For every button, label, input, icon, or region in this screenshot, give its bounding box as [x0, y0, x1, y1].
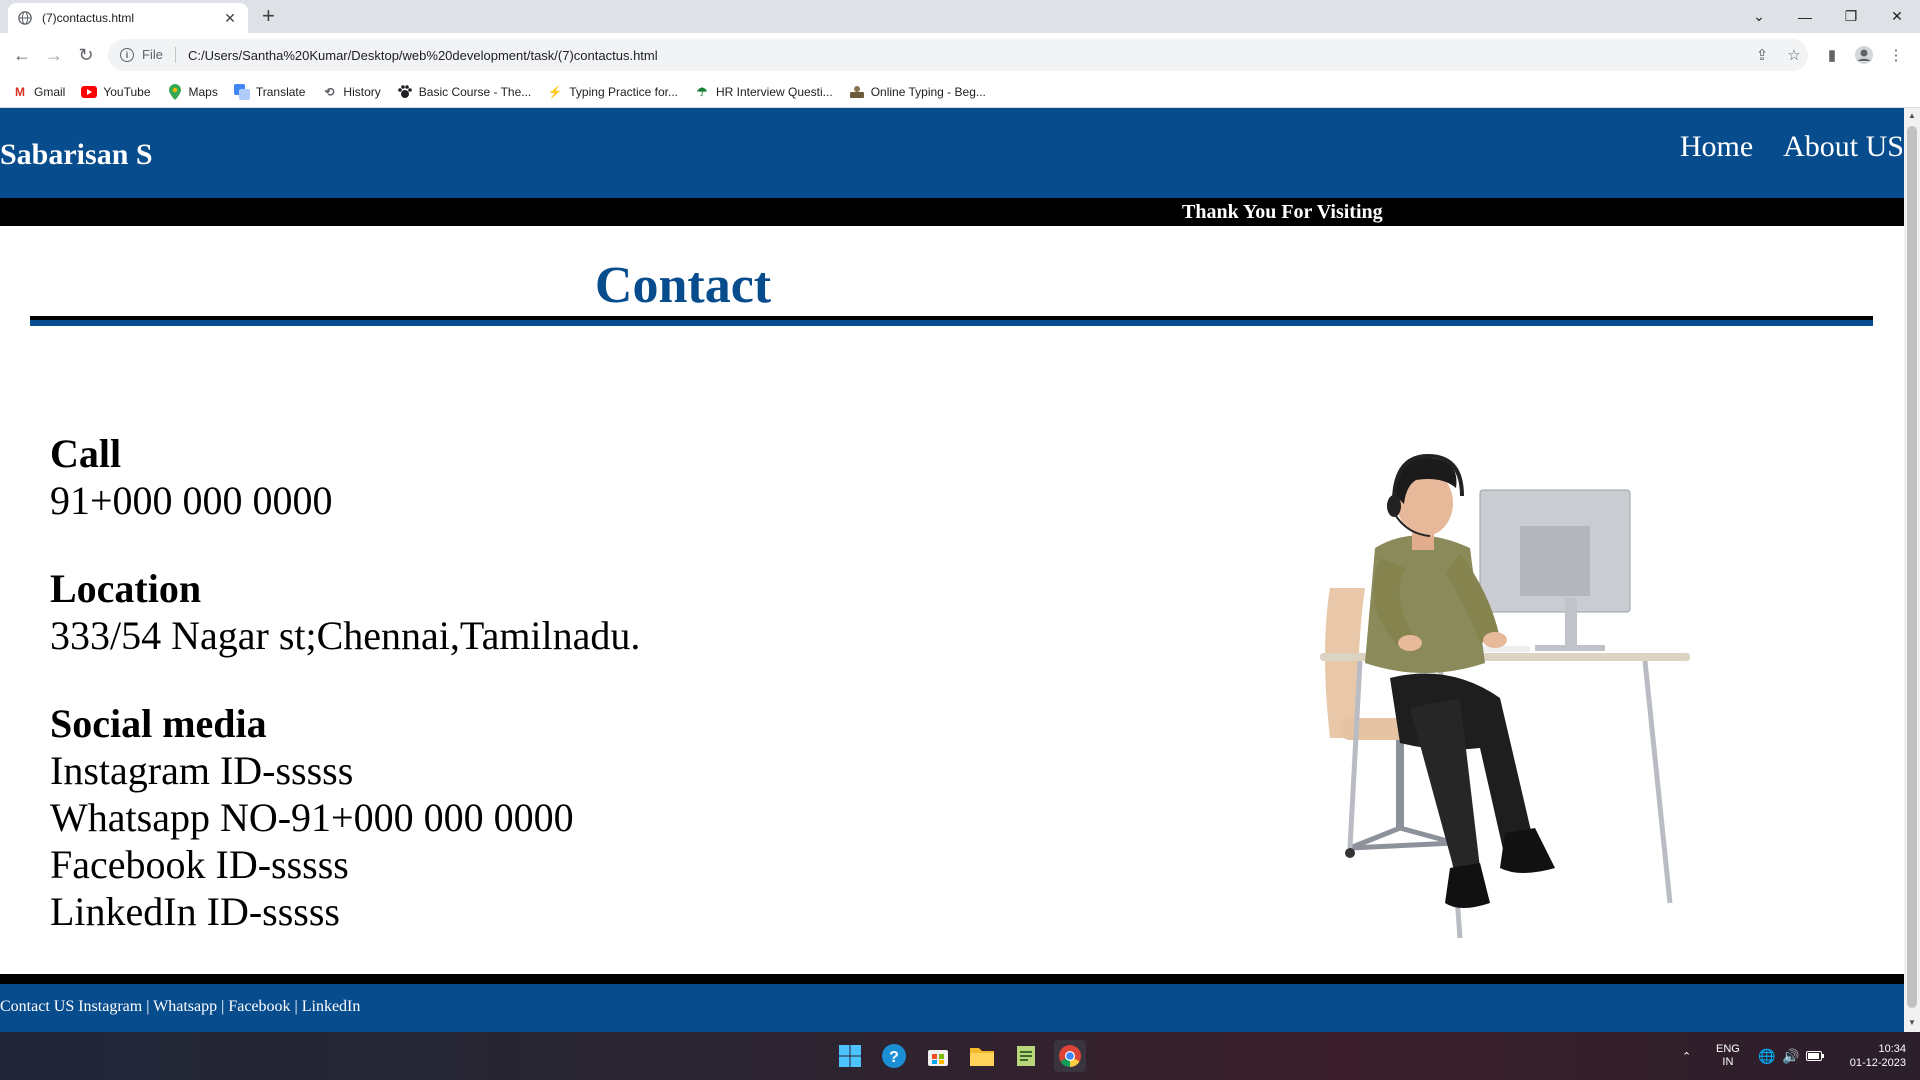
windows-start-icon[interactable]	[834, 1040, 866, 1072]
scroll-up-arrow-icon[interactable]: ▲	[1907, 111, 1917, 120]
tab-title: (7)contactus.html	[42, 11, 135, 25]
share-icon[interactable]: ⇪	[1750, 43, 1774, 67]
footer-divider	[0, 974, 1904, 984]
url-text[interactable]: C:/Users/Santha%20Kumar/Desktop/web%20de…	[188, 48, 658, 63]
nav-about-us-link[interactable]: About US	[1783, 130, 1904, 164]
support-agent-illustration	[1320, 453, 1690, 939]
bookmarks-bar: M Gmail YouTube Maps Translate ⟲ History B…	[0, 77, 1920, 108]
battery-icon[interactable]	[1806, 1032, 1824, 1080]
bookmark-gmail[interactable]: M Gmail	[12, 84, 65, 100]
call-value: 91+000 000 0000	[50, 478, 333, 523]
language-indicator[interactable]: ENG IN	[1716, 1032, 1740, 1080]
bookmark-hr-interview[interactable]: ☂ HR Interview Questi...	[694, 84, 833, 100]
nav-home-link[interactable]: Home	[1680, 130, 1753, 164]
contact-details: Call 91+000 000 0000 Location 333/54 Nag…	[50, 431, 640, 935]
footer-facebook-link[interactable]: Facebook	[228, 998, 290, 1015]
location-value: 333/54 Nagar st;Chennai,Tamilnadu.	[50, 613, 641, 658]
ticker-text: Thank You For Visiting	[1182, 201, 1383, 223]
page-title: Contact	[594, 257, 772, 314]
bookmark-star-icon[interactable]: ☆	[1782, 43, 1806, 67]
social-facebook: Facebook ID-sssss	[50, 842, 349, 887]
bookmark-translate[interactable]: Translate	[233, 84, 305, 100]
url-scheme: File	[142, 47, 176, 64]
bookmark-basic-course[interactable]: Basic Course - The...	[397, 84, 531, 100]
side-panel-icon[interactable]: ▮	[1820, 43, 1844, 67]
maps-icon	[167, 84, 183, 100]
site-footer: Contact US Instagram | Whatsapp | Facebo…	[0, 984, 1904, 1032]
close-window-button[interactable]: ✕	[1874, 0, 1920, 33]
social-instagram: Instagram ID-sssss	[50, 748, 354, 793]
bookmark-maps[interactable]: Maps	[167, 84, 218, 100]
file-explorer-icon[interactable]	[966, 1040, 998, 1072]
address-bar[interactable]: i File C:/Users/Santha%20Kumar/Desktop/w…	[108, 39, 1808, 71]
site-header: Sabarisan S Home About US	[0, 108, 1904, 198]
windows-taskbar: ? ⌃ ENG IN 🌐 🔊 10:34 01-12-2023	[0, 1032, 1920, 1080]
tray-overflow-chevron-icon[interactable]: ⌃	[1682, 1032, 1691, 1080]
forward-button[interactable]: →	[40, 41, 68, 69]
browser-toolbar: ← → ↻ i File C:/Users/Santha%20Kumar/Des…	[0, 33, 1920, 77]
title-divider	[30, 316, 1873, 326]
page-viewport: Sabarisan S Home About US Thank You For …	[0, 108, 1904, 1032]
store-icon[interactable]	[922, 1040, 954, 1072]
marquee-ticker: Thank You For Visiting	[0, 198, 1904, 226]
page-scrollbar[interactable]: ▲ ▼	[1904, 108, 1920, 1032]
bolt-icon: ⚡	[547, 85, 563, 99]
footer-separator: |	[221, 998, 225, 1015]
chrome-icon[interactable]	[1054, 1040, 1086, 1072]
close-tab-icon[interactable]: ✕	[222, 10, 238, 27]
language-code: ENG	[1716, 1043, 1740, 1055]
volume-icon[interactable]: 🔊	[1782, 1032, 1799, 1080]
bookmark-history[interactable]: ⟲ History	[321, 84, 380, 100]
info-icon[interactable]: i	[120, 48, 134, 62]
youtube-icon	[81, 84, 98, 100]
network-icon[interactable]: 🌐	[1758, 1032, 1775, 1080]
globe-icon	[18, 11, 32, 25]
history-icon: ⟲	[324, 85, 335, 99]
browser-tab[interactable]: (7)contactus.html ✕	[8, 3, 248, 33]
notepad-icon[interactable]	[1010, 1040, 1042, 1072]
footer-instagram-link[interactable]: Instagram	[78, 998, 142, 1015]
back-button[interactable]: ←	[8, 41, 36, 69]
minimize-button[interactable]: —	[1782, 0, 1828, 33]
footer-whatsapp-link[interactable]: Whatsapp	[153, 998, 217, 1015]
clock[interactable]: 10:34 01-12-2023	[1836, 1032, 1906, 1080]
site-nav: Home About US	[1650, 130, 1904, 164]
footer-lead: Contact US	[0, 998, 75, 1015]
location-heading: Location	[50, 566, 202, 611]
bookmark-youtube[interactable]: YouTube	[81, 84, 151, 100]
bookmark-online-typing[interactable]: Online Typing - Beg...	[849, 84, 986, 100]
social-media-heading: Social media	[50, 701, 267, 746]
social-linkedin: LinkedIn ID-sssss	[50, 889, 340, 934]
reload-button[interactable]: ↻	[72, 41, 100, 69]
svg-text:?: ?	[889, 1049, 899, 1066]
browser-tab-strip: (7)contactus.html ✕ + ⌄ — ❐ ✕	[0, 0, 1920, 33]
gmail-icon: M	[15, 85, 25, 99]
profile-avatar-icon[interactable]	[1852, 43, 1876, 67]
social-whatsapp: Whatsapp NO-91+000 000 0000	[50, 795, 574, 840]
region-code: IN	[1722, 1056, 1734, 1068]
scroll-down-arrow-icon[interactable]: ▼	[1907, 1018, 1917, 1027]
scrollbar-thumb[interactable]	[1907, 126, 1917, 1008]
translate-icon	[233, 84, 250, 100]
new-tab-button[interactable]: +	[262, 4, 275, 28]
tab-search-chevron-icon[interactable]: ⌄	[1736, 0, 1782, 33]
menu-kebab-icon[interactable]: ⋮	[1884, 43, 1908, 67]
bookmark-typing-practice[interactable]: ⚡ Typing Practice for...	[547, 84, 678, 100]
footer-separator: |	[294, 998, 298, 1015]
paw-icon	[397, 84, 413, 100]
clock-date: 01-12-2023	[1849, 1057, 1906, 1069]
footer-separator: |	[146, 998, 150, 1015]
footer-linkedin-link[interactable]: LinkedIn	[302, 998, 361, 1015]
palm-icon: ☂	[696, 85, 708, 99]
typing-icon	[849, 84, 865, 100]
help-icon[interactable]: ?	[878, 1040, 910, 1072]
restore-button[interactable]: ❐	[1828, 0, 1874, 33]
clock-time: 10:34	[1878, 1043, 1906, 1055]
site-brand: Sabarisan S	[0, 138, 153, 171]
call-heading: Call	[50, 431, 122, 476]
